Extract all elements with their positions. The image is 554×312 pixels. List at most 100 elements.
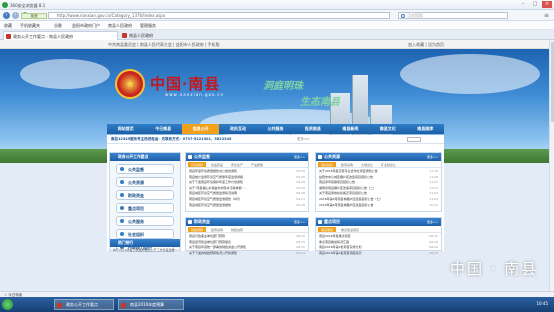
watermark-text: 中国 · 南县: [450, 260, 539, 278]
site-favicon-icon: [122, 33, 127, 38]
favorites-bar: 收藏 手机收藏夹 谷歌 益阳市政府门户 南县人民政府 管理服务: [0, 21, 554, 30]
panel-tab[interactable]: 土地出让: [358, 162, 376, 167]
panel-projects: 重点项目 更多>> 项目审批 重点建设项目 南县2016年度重点项目 08-30 …: [315, 217, 442, 255]
back-icon[interactable]: ‹: [3, 12, 10, 19]
nav-item[interactable]: 南县图库: [407, 124, 444, 134]
panel-header: 公共资源 更多>>: [316, 153, 441, 161]
panel-list: 关于2016年度农民专业合作社项目通知公告 11-10 益阳市中心城区棚户区改造项…: [316, 168, 441, 209]
window-icon: [57, 303, 62, 308]
browser-navbar: ‹ › ↻ 极速 http://www.nanxian.gov.cn/Categ…: [0, 10, 554, 21]
taskbar-clock[interactable]: 10:45: [536, 301, 548, 306]
notice-more-link[interactable]: 更多>>: [297, 135, 310, 144]
start-button[interactable]: [2, 299, 13, 310]
search-icon[interactable]: [401, 14, 405, 18]
list-item[interactable]: 2016年第6月南县城棚户区改造招标公告 10-31: [319, 203, 438, 209]
panel-finance: 财政资金 更多>> 财政预算 政府采购 财政决算 南县行政事业单位部门预算 08-…: [185, 217, 309, 255]
vertical-scrollbar[interactable]: [549, 40, 554, 291]
topline-links[interactable]: 中共南县委员会 | 南县人民代表大会 | 益阳市人民政府 | 手机版: [108, 40, 220, 49]
favorites-item[interactable]: 管理服务: [140, 21, 156, 30]
panel-tab-active[interactable]: 财政预算: [188, 227, 207, 232]
panel-more-link[interactable]: 更多>>: [294, 153, 305, 161]
panel-resources: 公共资源 更多>> 招标投标 政府采购 土地出让 矿业权出让 关于2016年度农…: [315, 152, 442, 212]
panel-more-link[interactable]: 更多>>: [427, 153, 438, 161]
panel-tab-active[interactable]: 招标投标: [318, 162, 337, 167]
page-content: 政务公开工作要点 公共监督 公共资源 财政资金 重点项目 公共服务 社会组织 行…: [107, 144, 444, 255]
nav-item-active[interactable]: 信息公开: [181, 124, 220, 134]
banner-cloud: [20, 59, 110, 89]
taskbar-item[interactable]: 南县2016年度预算: [118, 299, 184, 310]
panel-tab[interactable]: 产品质量: [248, 162, 266, 167]
browser-mode-toggle[interactable]: 极速: [21, 13, 47, 19]
favorites-item[interactable]: 谷歌: [54, 21, 62, 30]
panel-tab-active[interactable]: 环境保护: [188, 162, 207, 167]
browser-titlebar: 360安全浏览器 8.1 – □ ×: [0, 0, 554, 10]
favorites-item[interactable]: 手机收藏夹: [20, 21, 40, 30]
left-sidebar: 政务公开工作要点 公共监督 公共资源 财政资金 重点项目 公共服务 社会组织 行…: [109, 152, 181, 252]
panel-tab-active[interactable]: 项目审批: [318, 227, 337, 232]
address-text[interactable]: http://www.nanxian.gov.cn/Category_1376/…: [57, 13, 165, 18]
sidebar-text[interactable]: 关于2016年度人民政府信息公开工作年度报告: [113, 248, 179, 252]
list-item[interactable]: 关于下发的财政预算情况公开的通知 08-24: [189, 251, 305, 257]
sidebar-item[interactable]: 重点项目: [116, 203, 174, 213]
nav-item[interactable]: 南县新闻: [332, 124, 369, 134]
panel-tab[interactable]: 矿业权出让: [378, 162, 399, 167]
panel-tab[interactable]: 安全生产: [228, 162, 246, 167]
menu-icon[interactable]: ≡: [544, 12, 549, 19]
tab-label: 南县人民政府: [129, 33, 153, 38]
panel-tab[interactable]: 政府采购: [338, 162, 356, 167]
favorites-item[interactable]: 益阳市政府门户: [72, 21, 100, 30]
browser-logo-icon: [2, 2, 8, 8]
list-item[interactable]: 南县2016年第1批项目调度情况 08-25: [319, 251, 438, 257]
nav-item[interactable]: 今日南县: [144, 124, 181, 134]
banner-cloud: [400, 54, 540, 94]
panel-tab[interactable]: 财政决算: [228, 227, 246, 232]
minimize-icon[interactable]: –: [518, 1, 528, 8]
panel-tab[interactable]: 政府采购: [208, 227, 226, 232]
tab[interactable]: 南县人民政府: [120, 31, 180, 40]
panel-header: 重点项目 更多>>: [316, 218, 441, 226]
panel-header-icon: [188, 155, 192, 159]
tab-label: 政务公开工作要点 - 南县人民政府: [13, 34, 73, 39]
site-favicon-icon: [6, 34, 11, 39]
favorites-item[interactable]: 南县人民政府: [108, 21, 132, 30]
nav-item[interactable]: 公共服务: [257, 124, 294, 134]
site-url: www.nanxian.gov.cn: [165, 92, 225, 97]
national-emblem-icon: [115, 69, 145, 99]
panel-more-link[interactable]: 更多>>: [294, 218, 305, 226]
sidebar-item[interactable]: 公共监督: [116, 164, 174, 174]
panel-header: 财政资金 更多>>: [186, 218, 308, 226]
search-input[interactable]: 点此搜索: [398, 12, 508, 19]
window-icon: [121, 303, 126, 308]
panel-tabs: 招标投标 政府采购 土地出让 矿业权出让: [316, 161, 441, 168]
list-item[interactable]: 南县城区环境空气质量监测报告 09-26: [189, 203, 305, 209]
panel-header-icon: [188, 220, 192, 224]
favorites-item[interactable]: 收藏: [4, 21, 12, 30]
notice-text: 南县12345服务号主热线电话：先联系方式：0737-5221301、58223…: [111, 137, 232, 141]
maximize-icon[interactable]: □: [530, 1, 540, 8]
sidebar-item[interactable]: 财政资金: [116, 190, 174, 200]
forward-icon[interactable]: ›: [12, 12, 19, 19]
nav-item[interactable]: 政民互动: [219, 124, 256, 134]
address-bar[interactable]: 极速 http://www.nanxian.gov.cn/Category_13…: [21, 12, 390, 19]
sidebar-item[interactable]: 社会组织: [116, 229, 174, 239]
panel-title: 公共监督: [194, 154, 210, 159]
nav-item[interactable]: 网站首页: [107, 124, 144, 134]
taskbar-item-label: 政务公开工作要点: [66, 302, 98, 307]
taskbar-item[interactable]: 政务公开工作要点: [54, 299, 114, 310]
panel-tab[interactable]: 重点建设项目: [338, 227, 362, 232]
sidebar-item[interactable]: 公共服务: [116, 216, 174, 226]
nav-item[interactable]: 投资南县: [294, 124, 331, 134]
panel-more-link[interactable]: 更多>>: [427, 218, 438, 226]
site-title: 中国·南县: [150, 75, 221, 93]
nav-item[interactable]: 南县文化: [369, 124, 406, 134]
tab-bar: 政务公开工作要点 - 南县人民政府 南县人民政府: [0, 30, 554, 40]
panel-header-icon: [318, 155, 322, 159]
panel-list: 南县行政事业单位部门预算 08-25 南县经济建设单位部门预算报表 08-25 关于…: [186, 233, 308, 257]
sidebar-item[interactable]: 公共资源: [116, 177, 174, 187]
tab-active[interactable]: 政务公开工作要点 - 南县人民政府: [3, 31, 118, 40]
site-search-input[interactable]: [407, 137, 421, 142]
close-icon[interactable]: ×: [542, 1, 552, 8]
topline-right-links[interactable]: 加入收藏 | 设为首页: [408, 40, 444, 49]
browser-title: 360安全浏览器 8.1: [10, 3, 46, 8]
panel-tab[interactable]: 食品药品: [208, 162, 226, 167]
